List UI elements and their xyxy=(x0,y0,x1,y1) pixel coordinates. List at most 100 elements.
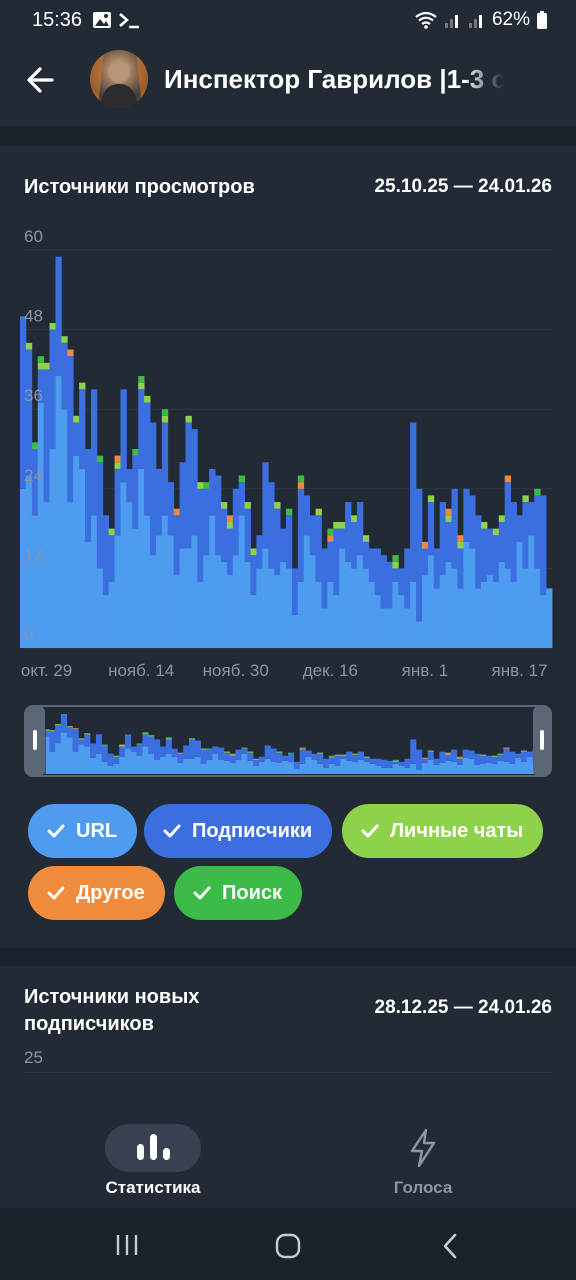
mini-bar-segment xyxy=(258,756,266,762)
mini-bar-segment xyxy=(218,747,225,760)
mini-bar-segment xyxy=(60,732,68,774)
mini-bar-segment xyxy=(43,736,50,774)
bar-segment xyxy=(268,568,275,648)
mini-bar-segment xyxy=(433,758,440,765)
mini-bar-segment xyxy=(491,755,498,757)
mini-bar-segment xyxy=(241,753,248,774)
mini-bar-segment xyxy=(462,757,469,774)
mini-bar-segment xyxy=(369,763,376,774)
mini-bar-segment xyxy=(31,728,38,748)
bar-segment xyxy=(445,521,452,562)
bar-segment xyxy=(398,594,405,648)
bar-segment xyxy=(463,541,470,648)
mini-bar-segment xyxy=(264,758,271,774)
bar-segment xyxy=(43,502,50,648)
bar-segment xyxy=(220,561,228,648)
recent-apps-icon[interactable] xyxy=(114,1232,140,1258)
bar-segment xyxy=(226,521,234,529)
bar-segment xyxy=(469,495,476,549)
check-icon xyxy=(47,824,65,838)
legend-chip-url[interactable]: URL xyxy=(28,804,138,858)
bar-segment xyxy=(185,415,192,423)
bar-segment xyxy=(463,488,470,542)
navigator-handle-right[interactable] xyxy=(533,706,551,776)
bar-segment xyxy=(510,502,517,582)
mini-bar-segment xyxy=(526,751,533,757)
mini-bar-segment xyxy=(142,733,149,735)
mini-bar-segment xyxy=(346,751,353,761)
mini-bar-segment xyxy=(456,764,463,774)
bar-segment xyxy=(232,555,240,648)
mini-bar-segment xyxy=(253,758,260,760)
bar-segment xyxy=(114,455,121,463)
bar-segment xyxy=(185,548,192,648)
mini-bar-segment xyxy=(78,744,85,774)
legend-chip-search[interactable]: Поиск xyxy=(174,866,303,920)
mini-bar-segment xyxy=(392,760,399,762)
mini-bar-segment xyxy=(124,734,132,749)
nav-back-icon[interactable] xyxy=(438,1232,464,1260)
bar-segment xyxy=(155,468,163,536)
mini-bar-segment xyxy=(206,749,213,760)
mini-bar-segment xyxy=(95,734,102,754)
mini-bar-segment xyxy=(31,727,38,729)
bar-segment xyxy=(179,548,186,648)
app-bar: Инспектор Гаврилов |1-3 с xyxy=(0,44,576,126)
bar-segment xyxy=(250,555,257,595)
subs-card-title: Источники новых подписчиков xyxy=(24,986,200,1035)
x-tick-label: дек. 16 xyxy=(303,661,358,680)
mini-bar-segment xyxy=(130,751,137,774)
mini-bar-segment xyxy=(293,761,300,769)
bar-segment xyxy=(427,502,435,556)
mini-bar-segment xyxy=(497,754,504,761)
bar-segment xyxy=(203,482,210,489)
bar-segment xyxy=(238,515,246,648)
bar-segment xyxy=(333,594,340,648)
bar-segment xyxy=(457,535,464,542)
bar-segment xyxy=(244,502,251,509)
mini-bar-segment xyxy=(515,753,522,758)
views-chart[interactable]: 0 12 24 36 48 60 окт. 29 нояб. 14 нояб. 30 дек. 1… xyxy=(0,146,576,686)
mini-bar-segment xyxy=(212,753,219,774)
bar-segment xyxy=(522,495,529,503)
signal-icon-2 xyxy=(468,15,482,28)
bar-segment xyxy=(161,409,169,416)
bar-segment xyxy=(445,515,452,522)
handle-grip-right xyxy=(540,730,544,750)
mini-bar-segment xyxy=(276,751,283,753)
mini-bar-segment xyxy=(538,765,545,774)
bar-segment xyxy=(61,409,68,648)
mini-bar-segment xyxy=(468,750,475,759)
bar-segment xyxy=(392,555,399,562)
tab-statistics[interactable]: Статистика xyxy=(53,1112,253,1208)
home-icon[interactable] xyxy=(274,1232,302,1260)
mini-bar-segment xyxy=(119,746,126,757)
legend-chip-private-chats[interactable]: Личные чаты xyxy=(342,804,544,858)
bar-segment xyxy=(339,521,346,529)
bar-segment xyxy=(392,561,399,569)
legend-chip-other[interactable]: Другое xyxy=(28,866,165,920)
bar-segment xyxy=(392,568,399,582)
bar-segment xyxy=(215,555,222,648)
bar-segment xyxy=(191,429,198,536)
navigator-handle-left[interactable] xyxy=(25,706,45,776)
mini-bar-segment xyxy=(171,756,178,774)
mini-bar-segment xyxy=(352,754,359,762)
mini-bar-segment xyxy=(159,746,167,757)
mini-bar-segment xyxy=(229,762,236,774)
tab-votes[interactable]: Голоса xyxy=(323,1112,523,1208)
mini-bar-segment xyxy=(334,754,341,756)
bar-segment xyxy=(120,389,127,483)
bar-segment xyxy=(492,535,500,582)
channel-avatar[interactable] xyxy=(90,50,148,108)
navigator-dim-right xyxy=(534,705,552,776)
bar-segment xyxy=(339,528,346,549)
mini-bar-segment xyxy=(485,755,493,763)
back-button[interactable] xyxy=(22,60,62,100)
legend-chip-subscribers[interactable]: Подписчики xyxy=(144,804,333,858)
legend-label-private-chats: Личные чаты xyxy=(390,819,524,842)
bar-segment xyxy=(61,336,68,343)
mini-bar-segment xyxy=(43,729,50,731)
check-icon xyxy=(361,824,379,838)
bar-segment xyxy=(498,561,506,648)
